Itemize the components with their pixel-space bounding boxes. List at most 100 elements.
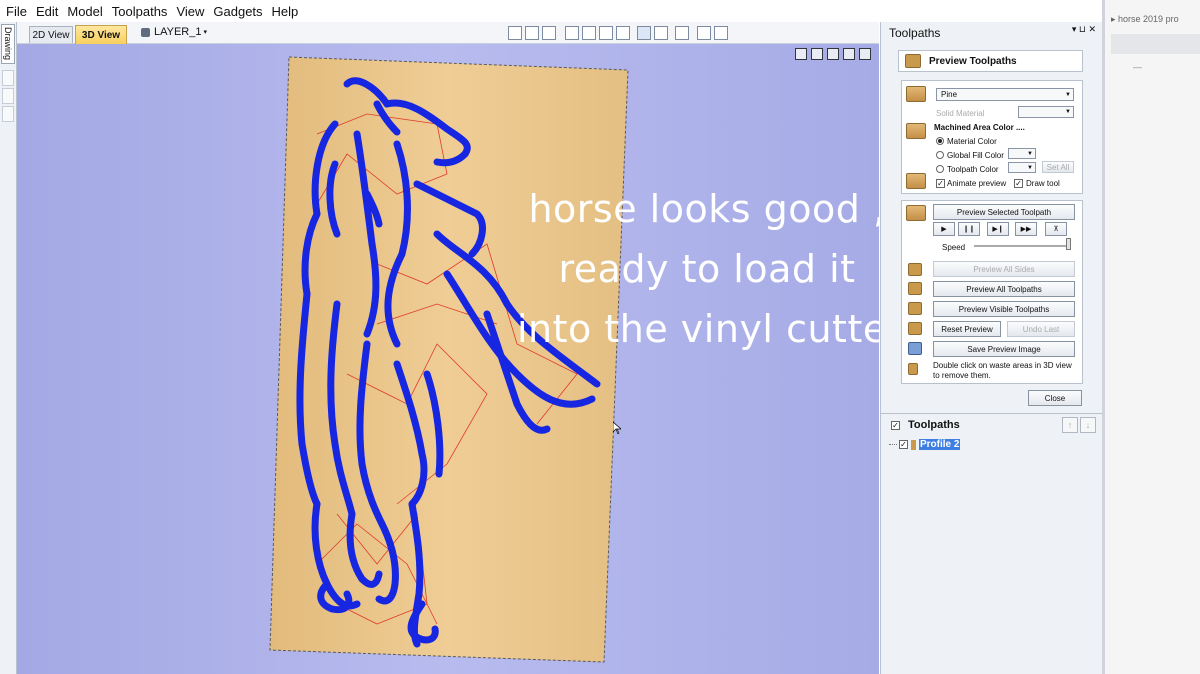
global-fill-label: Global Fill Color: [947, 151, 1004, 160]
shade-icon[interactable]: [675, 26, 689, 40]
preview-controls: Preview Selected Toolpath ▶ ❙❙ ▶❙ ▶▶ ⊼ S…: [901, 200, 1083, 384]
visible-toolpaths-icon: [908, 302, 922, 315]
pan-icon[interactable]: [582, 26, 596, 40]
arrow-down-icon: ↓: [1085, 420, 1091, 430]
speed-slider-thumb[interactable]: [1066, 238, 1071, 250]
strip-block: [2, 88, 14, 104]
grid-icon[interactable]: [542, 26, 556, 40]
panel-menu-icon[interactable]: ▾: [1072, 24, 1077, 34]
fast-forward-button[interactable]: ▶▶: [1015, 222, 1037, 236]
caption-line-2: ready to load it: [558, 247, 856, 291]
toolpath-color-label: Toolpath Color: [947, 165, 999, 174]
background-window: ▸ horse 2019 pro —: [1102, 0, 1200, 674]
panel-controls: ▾ ⊔ ✕: [1072, 24, 1096, 35]
mouse-cursor-icon: [613, 422, 621, 434]
preview-visible-toolpaths-button[interactable]: Preview Visible Toolpaths: [933, 301, 1075, 317]
menu-edit[interactable]: Edit: [36, 4, 58, 19]
preview-toolpaths-header: Preview Toolpaths: [898, 50, 1083, 72]
layer-name: LAYER_1: [154, 26, 202, 38]
toolpaths-list-header: ✓ Toolpaths: [891, 419, 960, 431]
tab-3d-view[interactable]: 3D View: [75, 25, 127, 44]
preview-all-toolpaths-button[interactable]: Preview All Toolpaths: [933, 281, 1075, 297]
material-dropdown[interactable]: Pine: [936, 88, 1074, 101]
menu-gadgets[interactable]: Gadgets: [213, 4, 262, 19]
all-sides-icon: [908, 263, 922, 276]
material-color-label: Material Color: [947, 137, 997, 146]
panel-close-icon[interactable]: ✕: [1088, 24, 1096, 34]
step-forward-icon: ▶❙: [992, 226, 1004, 233]
layer-icon: [141, 27, 150, 37]
move-down-button[interactable]: ↓: [1080, 417, 1096, 433]
measure-icon[interactable]: [637, 26, 651, 40]
pause-icon: ❙❙: [963, 226, 975, 233]
draw-tool-label: Draw tool: [1026, 179, 1060, 188]
save-image-icon: [908, 342, 922, 355]
profile-checkbox[interactable]: ✓: [899, 440, 908, 449]
menu-model[interactable]: Model: [67, 4, 102, 19]
step-button[interactable]: ▶❙: [987, 222, 1009, 236]
arrow-up-icon: ↑: [1067, 420, 1073, 430]
zoom-icon[interactable]: [599, 26, 613, 40]
video-caption: horse looks good , ready to load it into…: [517, 179, 879, 359]
move-up-button[interactable]: ↑: [1062, 417, 1078, 433]
snap-icon[interactable]: [654, 26, 668, 40]
speed-track[interactable]: [974, 245, 1070, 247]
menu-help[interactable]: Help: [272, 4, 299, 19]
speed-label: Speed: [942, 243, 966, 252]
machined-area-label: Machined Area Color ....: [934, 123, 1025, 132]
profile-tool-icon: [911, 439, 916, 450]
background-window-tab[interactable]: ▸ horse 2019 pro: [1111, 14, 1200, 32]
pause-button[interactable]: ❙❙: [958, 222, 980, 236]
layer-selector[interactable]: LAYER_1 ▾: [141, 26, 207, 38]
panel-divider: [881, 413, 1103, 414]
play-button[interactable]: ▶: [933, 222, 955, 236]
toolpath-color-radio[interactable]: [936, 165, 944, 173]
solid-material-label: Solid Material: [936, 109, 985, 118]
split-view-icon[interactable]: [697, 26, 711, 40]
preview-toolpaths-icon: [905, 54, 921, 68]
close-button[interactable]: Close: [1028, 390, 1082, 406]
animate-icon: [906, 173, 926, 189]
waste-area-hint: Double click on waste areas in 3D view t…: [933, 361, 1072, 380]
menu-view[interactable]: View: [176, 4, 204, 19]
profile-name[interactable]: Profile 2: [919, 439, 961, 450]
set-all-button[interactable]: Set All: [1042, 161, 1074, 173]
zoom-box-icon[interactable]: [508, 26, 522, 40]
menu-toolpaths[interactable]: Toolpaths: [112, 4, 168, 19]
background-window-bar: [1111, 34, 1200, 54]
undo-last-button[interactable]: Undo Last: [1007, 321, 1075, 337]
tab-2d-view[interactable]: 2D View: [29, 26, 73, 43]
background-window-mark: —: [1133, 62, 1142, 72]
panel-pin-icon[interactable]: ⊔: [1079, 24, 1086, 34]
drawing-tab[interactable]: Drawing: [1, 24, 15, 64]
toolpath-color-picker[interactable]: [1008, 162, 1036, 173]
preview-all-sides-button[interactable]: Preview All Sides: [933, 261, 1075, 277]
toolpaths-all-checkbox[interactable]: ✓: [891, 420, 900, 430]
strip-block: [2, 70, 14, 86]
chevron-down-icon: ▾: [203, 29, 208, 36]
global-fill-color-picker[interactable]: [1008, 148, 1036, 159]
viewport-3d[interactable]: horse looks good , ready to load it into…: [17, 44, 879, 674]
menu-bar: File Edit Model Toolpaths View Gadgets H…: [0, 0, 1102, 22]
global-fill-radio[interactable]: [936, 151, 944, 159]
zoom-extents-icon[interactable]: [525, 26, 539, 40]
solid-material-dropdown[interactable]: [1018, 106, 1074, 118]
tree-connector: [889, 444, 897, 445]
stop-button[interactable]: ⊼: [1045, 222, 1067, 236]
caption-line-3: into the vinyl cutter: [517, 307, 879, 351]
animate-preview-checkbox[interactable]: ✓: [936, 179, 945, 188]
draw-tool-checkbox[interactable]: ✓: [1014, 179, 1023, 188]
rotate-icon[interactable]: [616, 26, 630, 40]
material-color-radio[interactable]: [936, 137, 944, 145]
preview-selected-button[interactable]: Preview Selected Toolpath: [933, 204, 1075, 220]
waste-area-icon: [908, 363, 918, 375]
toolpath-item[interactable]: ✓ Profile 2: [889, 439, 961, 450]
select-icon[interactable]: [565, 26, 579, 40]
preview-toolpaths-title: Preview Toolpaths: [929, 55, 1017, 67]
fast-forward-icon: ▶▶: [1020, 226, 1032, 233]
save-preview-image-button[interactable]: Save Preview Image: [933, 341, 1075, 357]
reset-preview-button[interactable]: Reset Preview: [933, 321, 1001, 337]
menu-file[interactable]: File: [6, 4, 27, 19]
animate-preview-label: Animate preview: [947, 179, 1007, 188]
tile-view-icon[interactable]: [714, 26, 728, 40]
